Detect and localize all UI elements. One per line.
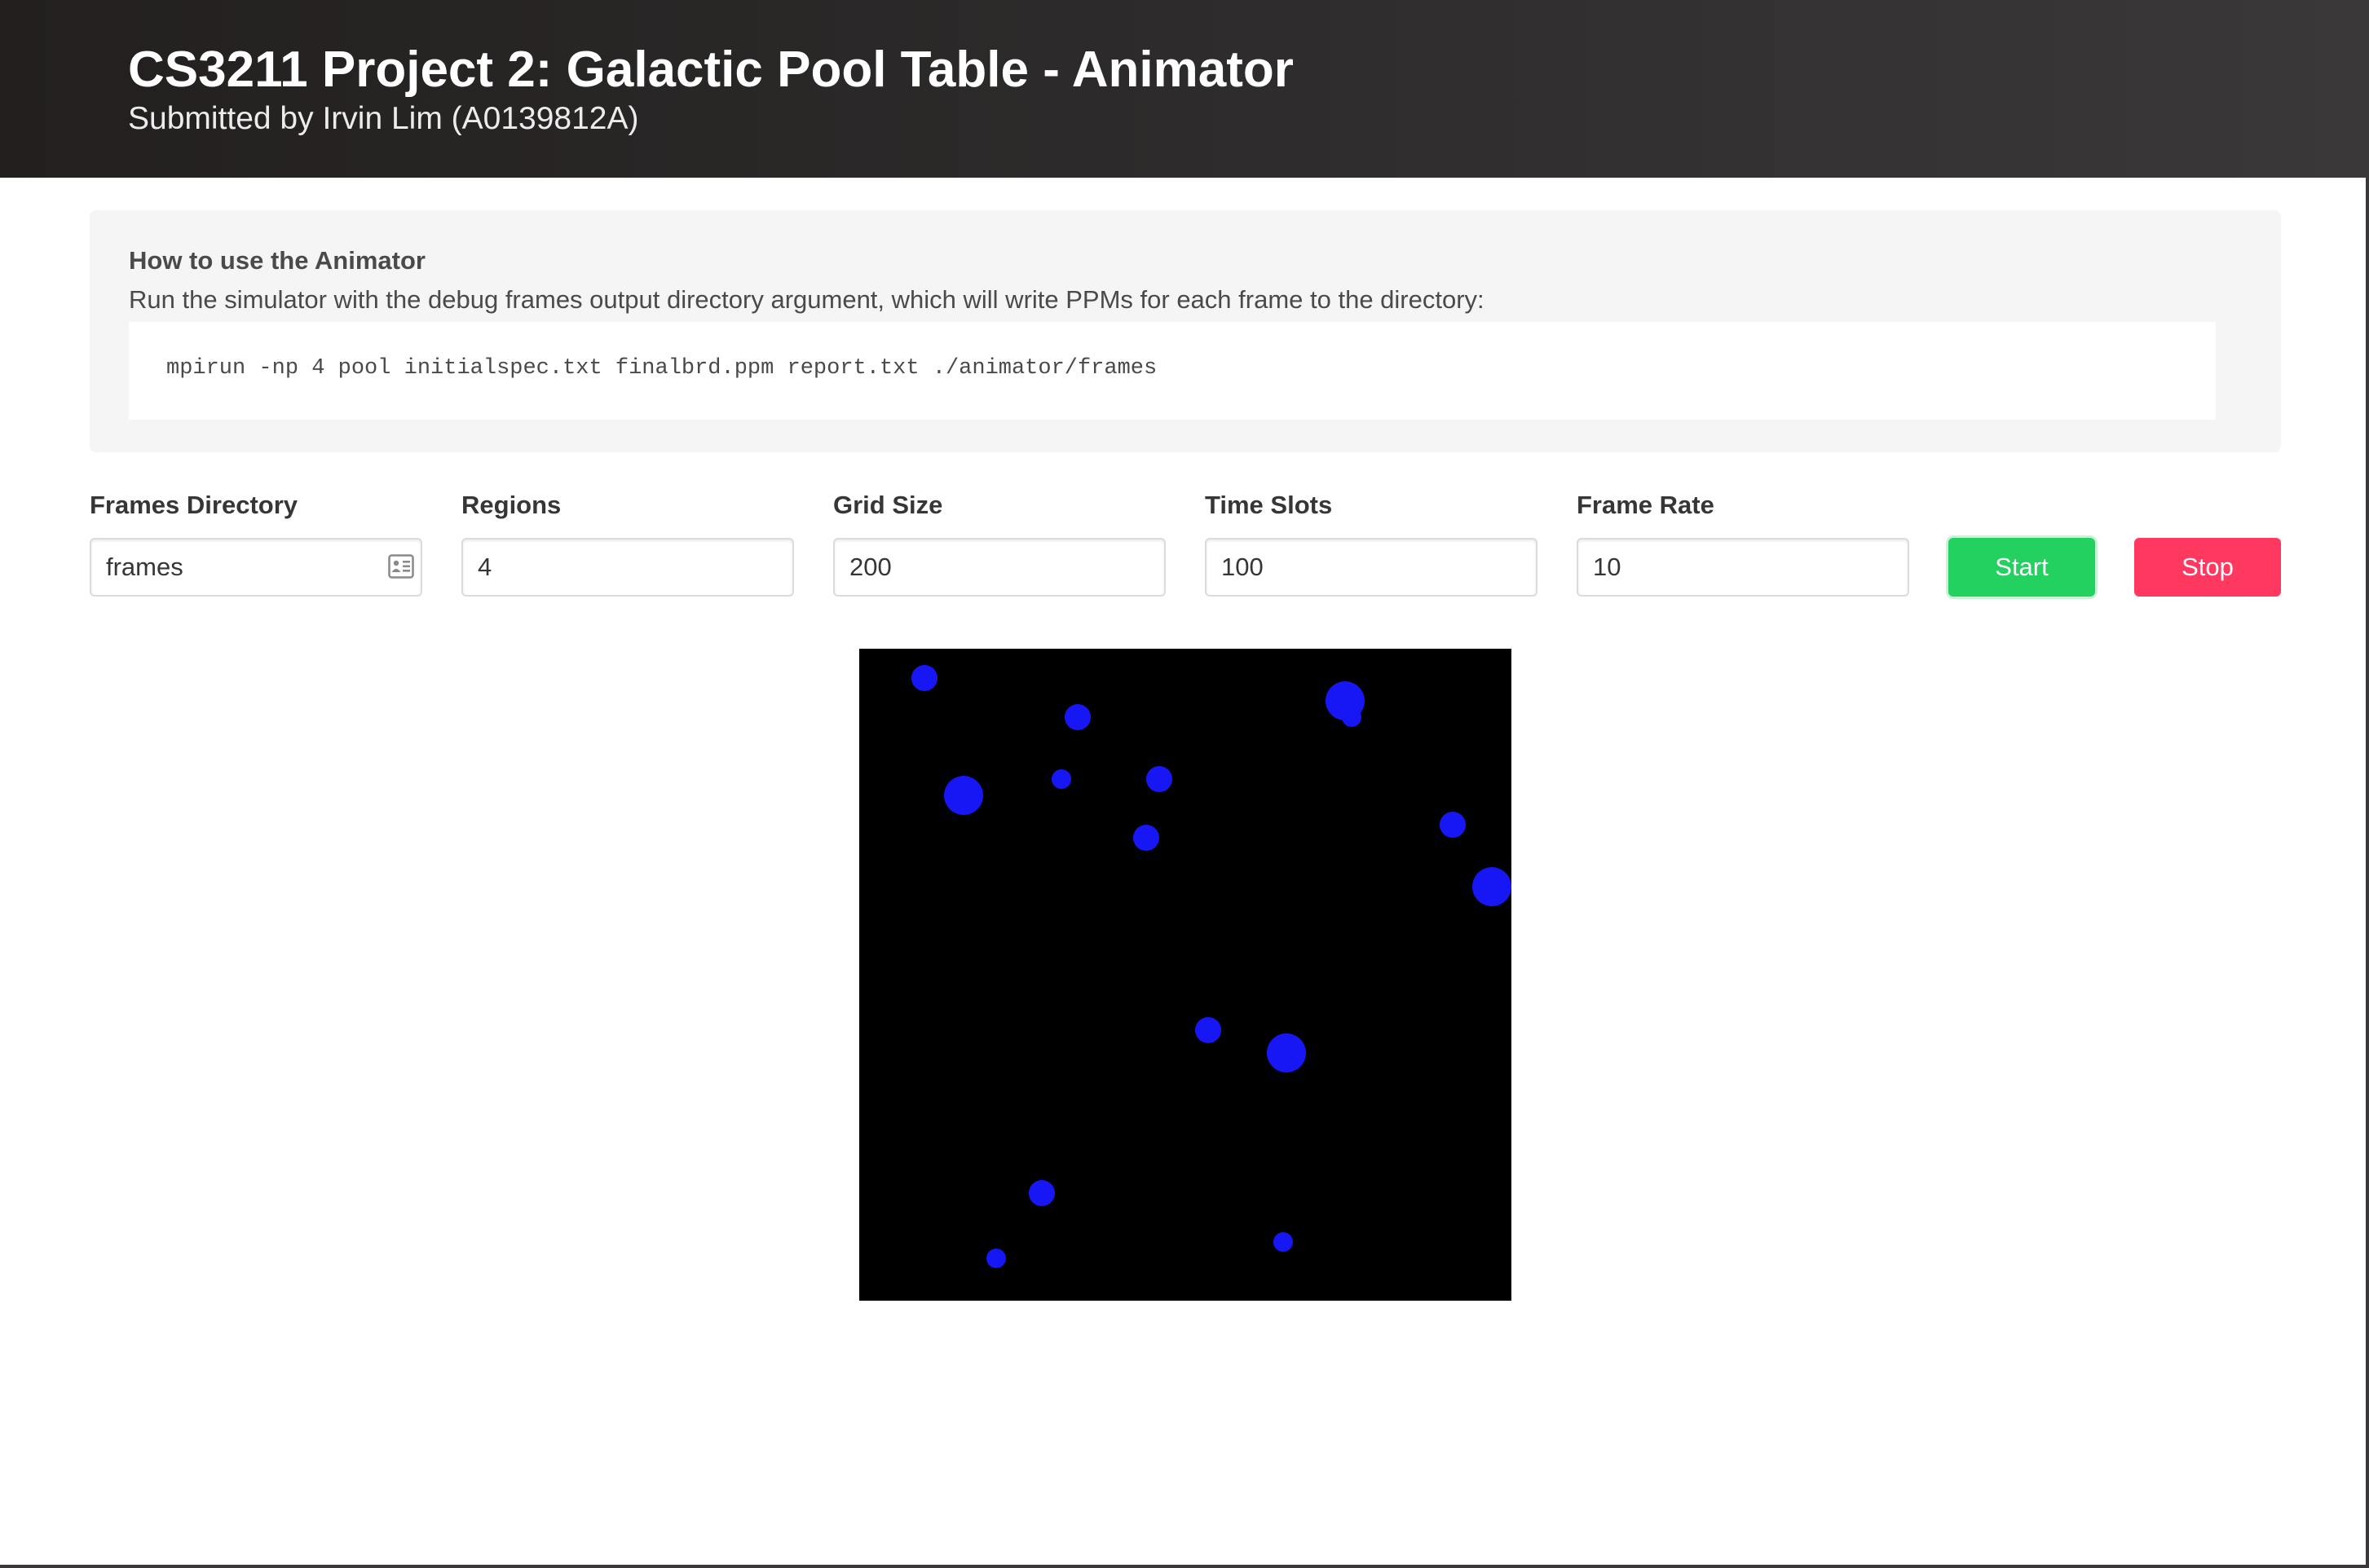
particle bbox=[1133, 825, 1159, 851]
particle bbox=[1273, 1232, 1293, 1252]
particle bbox=[944, 776, 983, 815]
frames-directory-label: Frames Directory bbox=[90, 491, 298, 519]
start-button[interactable]: Start bbox=[1948, 538, 2095, 597]
page-title: CS3211 Project 2: Galactic Pool Table - … bbox=[128, 42, 1294, 98]
instructions-title: How to use the Animator bbox=[129, 246, 426, 275]
particle bbox=[1440, 812, 1466, 838]
instructions-text: Run the simulator with the debug frames … bbox=[129, 285, 1484, 314]
particle bbox=[1472, 867, 1511, 906]
particle bbox=[986, 1249, 1006, 1268]
particle bbox=[1052, 769, 1071, 789]
page-subtitle: Submitted by Irvin Lim (A0139812A) bbox=[128, 101, 639, 136]
particle bbox=[1267, 1033, 1306, 1072]
frame-rate-label: Frame Rate bbox=[1577, 491, 1714, 519]
regions-label: Regions bbox=[461, 491, 562, 519]
grid-size-label: Grid Size bbox=[833, 491, 943, 519]
grid-size-input[interactable] bbox=[833, 538, 1166, 597]
particle bbox=[1342, 707, 1361, 727]
contact-card-icon[interactable] bbox=[388, 554, 414, 579]
frame-rate-input[interactable] bbox=[1577, 538, 1909, 597]
frames-directory-field bbox=[90, 538, 422, 597]
command-code: mpirun -np 4 pool initialspec.txt finalb… bbox=[166, 356, 1158, 381]
frame-canvas bbox=[859, 649, 1511, 1301]
particle bbox=[1146, 766, 1172, 792]
particle bbox=[911, 665, 937, 691]
window-edge-bottom bbox=[0, 1565, 2369, 1568]
stop-button[interactable]: Stop bbox=[2134, 538, 2281, 597]
frames-directory-input[interactable] bbox=[90, 538, 422, 597]
regions-input[interactable] bbox=[461, 538, 794, 597]
time-slots-input[interactable] bbox=[1205, 538, 1537, 597]
particle bbox=[1065, 704, 1091, 730]
instructions-box: How to use the Animator Run the simulato… bbox=[90, 210, 2281, 452]
time-slots-label: Time Slots bbox=[1205, 491, 1333, 519]
window-edge-right bbox=[2366, 0, 2369, 1568]
particle bbox=[1195, 1017, 1221, 1043]
particle bbox=[1029, 1180, 1055, 1206]
header-banner: CS3211 Project 2: Galactic Pool Table - … bbox=[0, 0, 2369, 178]
command-code-block: mpirun -np 4 pool initialspec.txt finalb… bbox=[129, 322, 2216, 420]
